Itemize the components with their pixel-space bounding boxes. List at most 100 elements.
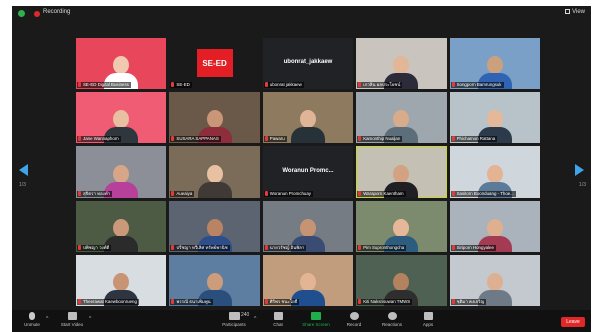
participant-tile[interactable]: เกวลิน ผลประโยชน์ xyxy=(356,38,447,90)
muted-mic-icon xyxy=(171,136,175,142)
muted-mic-icon xyxy=(171,299,175,304)
participant-tile[interactable]: นายวรัชญ์ อินพิลา xyxy=(262,200,354,252)
participant-face xyxy=(113,110,130,129)
participant-name: นายวรัชญ์ อินพิลา xyxy=(269,244,305,250)
muted-mic-icon xyxy=(171,82,175,88)
participant-name: SE-ED Digital Business xyxy=(83,82,129,88)
participant-face xyxy=(206,110,223,129)
participant-face xyxy=(113,56,130,75)
se-ed-logo: SE-ED xyxy=(196,49,233,77)
participant-tile[interactable]: Siriporn Hongyalee xyxy=(449,200,540,252)
participant-name-label: Woranun Promchuay xyxy=(263,190,313,197)
share-screen-icon xyxy=(311,312,321,320)
muted-mic-icon xyxy=(358,82,362,88)
participant-tile[interactable]: ubonrat_jakkaew ubonrat jakkaew xyxy=(262,38,354,90)
participant-tile[interactable]: Phichamon Rattana xyxy=(449,92,540,144)
share-screen-button[interactable]: Share Screen xyxy=(296,312,336,327)
reactions-button[interactable]: Reactions xyxy=(372,312,412,327)
record-icon xyxy=(349,312,359,320)
reactions-icon xyxy=(387,312,397,320)
chat-button[interactable]: Chat xyxy=(258,312,298,327)
participant-name-label: นายวรัชญ์ อินพิลา xyxy=(263,244,307,251)
next-page-arrow-icon[interactable] xyxy=(575,164,584,176)
meeting-toolbar: Unmute ^ Start Video ^ Participants 240 … xyxy=(12,310,591,332)
grid-view-icon xyxy=(565,9,571,14)
participant-tile[interactable]: Kiti Naksrisuwan TMWS xyxy=(356,254,447,306)
participant-tile[interactable]: Pim Supronthongcha xyxy=(356,200,447,252)
participant-name-label: SE-ED xyxy=(170,82,192,89)
previous-page-arrow-icon[interactable] xyxy=(19,164,28,176)
participant-body xyxy=(197,181,232,198)
participant-tile[interactable]: Woranun Promc... Woranun Promchuay xyxy=(262,146,354,198)
muted-mic-icon xyxy=(264,299,268,304)
muted-mic-icon xyxy=(358,244,362,250)
participant-tile[interactable]: Aueaiya xyxy=(169,146,260,198)
participant-display-name: ubonrat_jakkaew xyxy=(283,59,333,66)
participant-face xyxy=(299,110,316,129)
share-screen-label: Share Screen xyxy=(302,322,330,327)
participant-face xyxy=(486,110,503,129)
security-shield-icon[interactable] xyxy=(18,10,25,17)
muted-mic-icon xyxy=(171,190,175,196)
muted-mic-icon xyxy=(451,190,455,196)
participants-icon xyxy=(228,312,240,320)
participant-tile[interactable]: Songporn Bamrungsuk xyxy=(449,38,540,90)
participant-tile[interactable]: สุจิตรา ทองคำ xyxy=(76,146,167,198)
participant-display-name: Woranun Promc... xyxy=(282,167,334,174)
participant-face xyxy=(486,218,503,237)
participants-options-chevron-icon[interactable]: ^ xyxy=(254,316,256,322)
muted-mic-icon xyxy=(78,244,81,250)
participant-name-label: Pawaru xyxy=(263,136,287,143)
start-video-button[interactable]: Start Video xyxy=(52,312,92,327)
gallery-grid: SE-ED Digital Business SE-ED SE-ED ubonrat_… xyxy=(76,38,540,306)
participant-name: Pawaru xyxy=(269,136,285,142)
participant-tile[interactable]: Jane Wannaphorn xyxy=(76,92,167,144)
muted-mic-icon xyxy=(451,244,455,250)
participant-name-label: เกวลิน ผลประโยชน์ xyxy=(357,82,403,89)
muted-mic-icon xyxy=(78,190,81,196)
participant-name: ปพิชญา วงศ์ดี xyxy=(83,244,110,250)
participant-tile[interactable]: SE-ED Digital Business xyxy=(76,38,167,90)
participant-face xyxy=(486,56,503,75)
participant-name-label: ปรีชญา ทวีเลิศ ทรัพย์พานิช xyxy=(170,244,230,251)
participant-name: SE-ED xyxy=(176,82,190,88)
audio-options-chevron-icon[interactable]: ^ xyxy=(46,316,48,322)
participant-tile[interactable]: Waraporn Kaentham xyxy=(356,146,447,198)
participant-face xyxy=(113,164,130,183)
leave-button[interactable]: Leave xyxy=(561,317,585,327)
start-video-label: Start Video xyxy=(60,322,84,327)
participant-face xyxy=(393,273,410,291)
participant-tile[interactable]: Pawaru xyxy=(262,92,354,144)
muted-mic-icon xyxy=(358,299,362,304)
participant-name: Woranun Promchuay xyxy=(269,190,311,196)
muted-mic-icon xyxy=(451,299,455,304)
participant-name: SUSARA SAPPANAS xyxy=(176,136,219,142)
participant-tile[interactable]: Kamonthip Nualjan xyxy=(356,92,447,144)
participant-video xyxy=(197,164,232,198)
participant-tile[interactable]: ศิริพร ชนะโยธี xyxy=(262,254,354,306)
participant-tile[interactable]: SE-ED SE-ED xyxy=(169,38,260,90)
participant-tile[interactable]: ชุติมา คงเจริญ xyxy=(449,254,540,306)
apps-button[interactable]: Apps xyxy=(408,312,448,327)
participant-name-label: Theerawat Kaewboonrueng xyxy=(77,299,139,305)
participant-name: Aueaiya xyxy=(176,190,193,196)
participant-name: พรรณี ธนาเพิ่มพูน xyxy=(176,299,211,304)
participant-tile[interactable]: พรรณี ธนาเพิ่มพูน xyxy=(169,254,260,306)
participant-name: Theerawat Kaewboonrueng xyxy=(83,299,137,304)
muted-mic-icon xyxy=(358,136,362,142)
apps-label: Apps xyxy=(422,322,434,327)
participant-face xyxy=(393,110,410,129)
participant-tile[interactable]: Sasitorn Boonduang - Thoe... xyxy=(449,146,540,198)
participant-name-label: ปพิชญา วงศ์ดี xyxy=(77,244,112,251)
participant-tile[interactable]: SUSARA SAPPANAS xyxy=(169,92,260,144)
participant-tile[interactable]: ปรีชญา ทวีเลิศ ทรัพย์พานิช xyxy=(169,200,260,252)
video-options-chevron-icon[interactable]: ^ xyxy=(89,316,91,322)
participant-tile[interactable]: Theerawat Kaewboonrueng xyxy=(76,254,167,306)
record-button[interactable]: Record xyxy=(334,312,374,327)
participant-name-label: SUSARA SAPPANAS xyxy=(170,136,221,143)
participant-tile[interactable]: ปพิชญา วงศ์ดี xyxy=(76,200,167,252)
view-button[interactable]: View xyxy=(565,9,585,15)
participant-name-label: ศิริพร ชนะโยธี xyxy=(263,299,300,305)
participant-name: Waraporn Kaentham xyxy=(363,190,404,196)
participant-name: Songporn Bamrungsuk xyxy=(456,82,502,88)
